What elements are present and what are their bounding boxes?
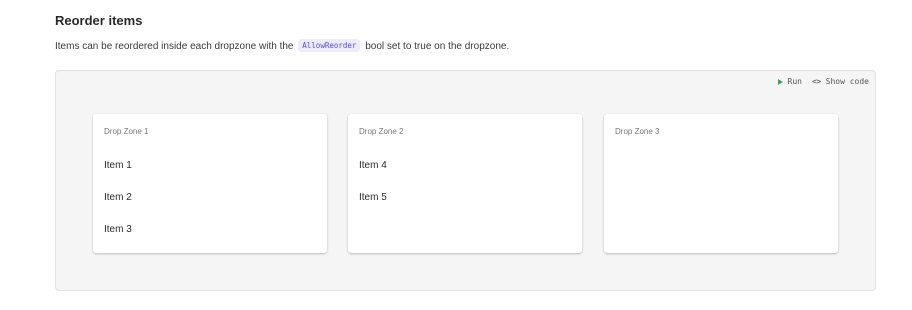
- section-title: Reorder items: [55, 13, 143, 28]
- drop-zone-2[interactable]: Drop Zone 2 Item 4 Item 5: [348, 114, 582, 253]
- drag-item[interactable]: Item 3: [104, 224, 132, 256]
- drag-item[interactable]: Item 2: [104, 192, 132, 224]
- demo-panel: Run <> Show code Drop Zone 1 Item 1 Item…: [55, 70, 876, 291]
- drag-item[interactable]: Item 1: [104, 160, 132, 192]
- drop-zone-items: Item 1 Item 2 Item 3: [104, 160, 132, 256]
- drop-zone-title: Drop Zone 1: [104, 127, 149, 136]
- drop-zone-title: Drop Zone 3: [615, 127, 660, 136]
- drop-zone-3[interactable]: Drop Zone 3: [604, 114, 838, 253]
- inline-code: AllowReorder: [298, 39, 361, 52]
- show-code-button[interactable]: <> Show code: [812, 77, 869, 86]
- drop-zone-items: Item 4 Item 5: [359, 160, 387, 224]
- drag-item[interactable]: Item 4: [359, 160, 387, 192]
- run-button[interactable]: Run: [777, 77, 802, 86]
- description-text-end: bool set to true on the dropzone.: [365, 41, 510, 52]
- play-icon: [777, 78, 783, 85]
- description-text-start: Items can be reordered inside each dropz…: [55, 41, 294, 52]
- run-label: Run: [787, 77, 802, 86]
- demo-toolbar: Run <> Show code: [777, 77, 869, 86]
- drag-item[interactable]: Item 5: [359, 192, 387, 224]
- code-icon: <>: [812, 77, 821, 86]
- drop-zone-1[interactable]: Drop Zone 1 Item 1 Item 2 Item 3: [93, 114, 327, 253]
- drop-zone-title: Drop Zone 2: [359, 127, 404, 136]
- section-description: Items can be reordered inside each dropz…: [55, 39, 510, 52]
- show-code-label: Show code: [825, 77, 869, 86]
